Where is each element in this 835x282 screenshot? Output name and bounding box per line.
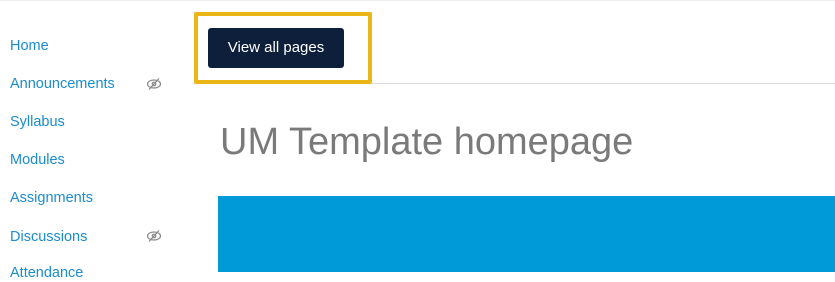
nav-item-label[interactable]: Announcements bbox=[10, 76, 115, 92]
nav-item-label[interactable]: Modules bbox=[10, 152, 65, 168]
eye-slash-icon bbox=[146, 78, 162, 90]
main-content: View all pages UM Template homepage bbox=[190, 0, 835, 282]
nav-item-label[interactable]: Discussions bbox=[10, 229, 87, 245]
nav-item-assignments[interactable]: Assignments bbox=[10, 187, 93, 209]
nav-item-attendance[interactable]: Attendance bbox=[10, 262, 83, 282]
nav-item-label[interactable]: Attendance bbox=[10, 265, 83, 281]
header-divider bbox=[372, 83, 835, 84]
nav-item-syllabus[interactable]: Syllabus bbox=[10, 111, 65, 133]
nav-item-modules[interactable]: Modules bbox=[10, 149, 65, 171]
canvas-page: Home Announcements Syllabus Modules Assi… bbox=[0, 0, 835, 282]
page-title: UM Template homepage bbox=[220, 121, 634, 163]
nav-item-label[interactable]: Assignments bbox=[10, 190, 93, 206]
course-navigation: Home Announcements Syllabus Modules Assi… bbox=[0, 0, 190, 282]
nav-item-label[interactable]: Syllabus bbox=[10, 114, 65, 130]
banner-image bbox=[218, 196, 835, 272]
nav-item-label[interactable]: Home bbox=[10, 38, 49, 54]
nav-item-home[interactable]: Home bbox=[10, 35, 49, 57]
view-all-pages-button[interactable]: View all pages bbox=[208, 28, 344, 68]
nav-item-discussions[interactable]: Discussions bbox=[10, 226, 87, 248]
eye-slash-icon bbox=[146, 230, 162, 242]
nav-item-announcements[interactable]: Announcements bbox=[10, 73, 115, 95]
